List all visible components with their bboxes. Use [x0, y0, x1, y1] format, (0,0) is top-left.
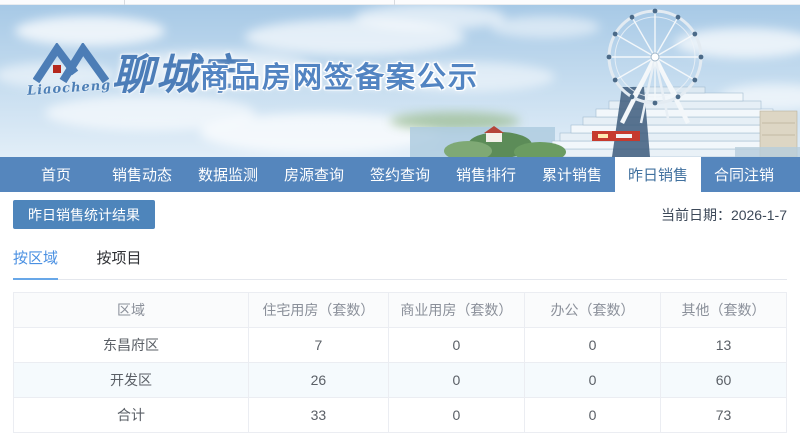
residential-cell: 7	[247, 327, 389, 363]
table-row: 开发区 26 0 0 60	[13, 362, 788, 398]
current-date-label: 当前日期：	[660, 206, 731, 223]
other-cell: 60	[659, 362, 788, 398]
current-date: 当前日期：2026-1-7	[661, 205, 787, 225]
view-tabs: 按区域 按项目	[13, 247, 787, 280]
nav-item-home[interactable]: 首页	[13, 157, 99, 192]
col-header-region: 区域	[13, 292, 249, 328]
commercial-cell: 0	[387, 327, 525, 363]
region-cell: 合计	[13, 397, 249, 433]
toolbar: 昨日销售统计结果 当前日期：2026-1-7	[13, 200, 787, 229]
commercial-cell: 0	[387, 362, 525, 398]
col-header-office: 办公（套数）	[523, 292, 661, 328]
tab-by-project[interactable]: 按项目	[96, 247, 141, 278]
main-content: 昨日销售统计结果 当前日期：2026-1-7 按区域 按项目 区域 住宅用房（套…	[0, 200, 800, 433]
region-cell: 东昌府区	[13, 327, 249, 363]
table-row-total: 合计 33 0 0 73	[13, 397, 788, 433]
site-title: 商品房网签备案公示	[200, 62, 480, 94]
nav-item-cumulative-sales[interactable]: 累计销售	[529, 157, 615, 192]
office-cell: 0	[523, 362, 661, 398]
region-cell: 开发区	[13, 362, 249, 398]
tab-by-region[interactable]: 按区域	[13, 247, 59, 280]
nav-item-contract-search[interactable]: 签约查询	[357, 157, 443, 192]
office-cell: 0	[523, 397, 661, 433]
nav-item-contract-cancel[interactable]: 合同注销	[701, 157, 787, 192]
table-row: 东昌府区 7 0 0 13	[13, 327, 788, 363]
col-header-residential: 住宅用房（套数）	[247, 292, 389, 328]
nav-item-data-monitor[interactable]: 数据监测	[185, 157, 271, 192]
residential-cell: 33	[247, 397, 389, 433]
residential-cell: 26	[247, 362, 389, 398]
col-header-commercial: 商业用房（套数）	[387, 292, 525, 328]
liaocheng-logo-icon	[33, 43, 109, 83]
nav-item-listing-search[interactable]: 房源查询	[271, 157, 357, 192]
main-nav: 首页 销售动态 数据监测 房源查询 签约查询 销售排行 累计销售 昨日销售 合同…	[0, 157, 800, 192]
sales-table: 区域 住宅用房（套数） 商业用房（套数） 办公（套数） 其他（套数） 东昌府区 …	[13, 292, 788, 433]
current-date-value: 2026-1-7	[730, 206, 787, 223]
site-banner: Liaocheng 聊城市 商品房网签备案公示	[0, 5, 800, 157]
office-cell: 0	[523, 327, 661, 363]
commercial-cell: 0	[387, 397, 525, 433]
nav-item-sales-trend[interactable]: 销售动态	[99, 157, 185, 192]
col-header-other: 其他（套数）	[659, 292, 788, 328]
table-header-row: 区域 住宅用房（套数） 商业用房（套数） 办公（套数） 其他（套数）	[13, 292, 788, 328]
other-cell: 73	[659, 397, 788, 433]
nav-item-yesterday-sales[interactable]: 昨日销售	[615, 157, 701, 192]
yesterday-sales-result-button[interactable]: 昨日销售统计结果	[13, 200, 155, 229]
other-cell: 13	[659, 327, 788, 363]
nav-item-sales-ranking[interactable]: 销售排行	[443, 157, 529, 192]
